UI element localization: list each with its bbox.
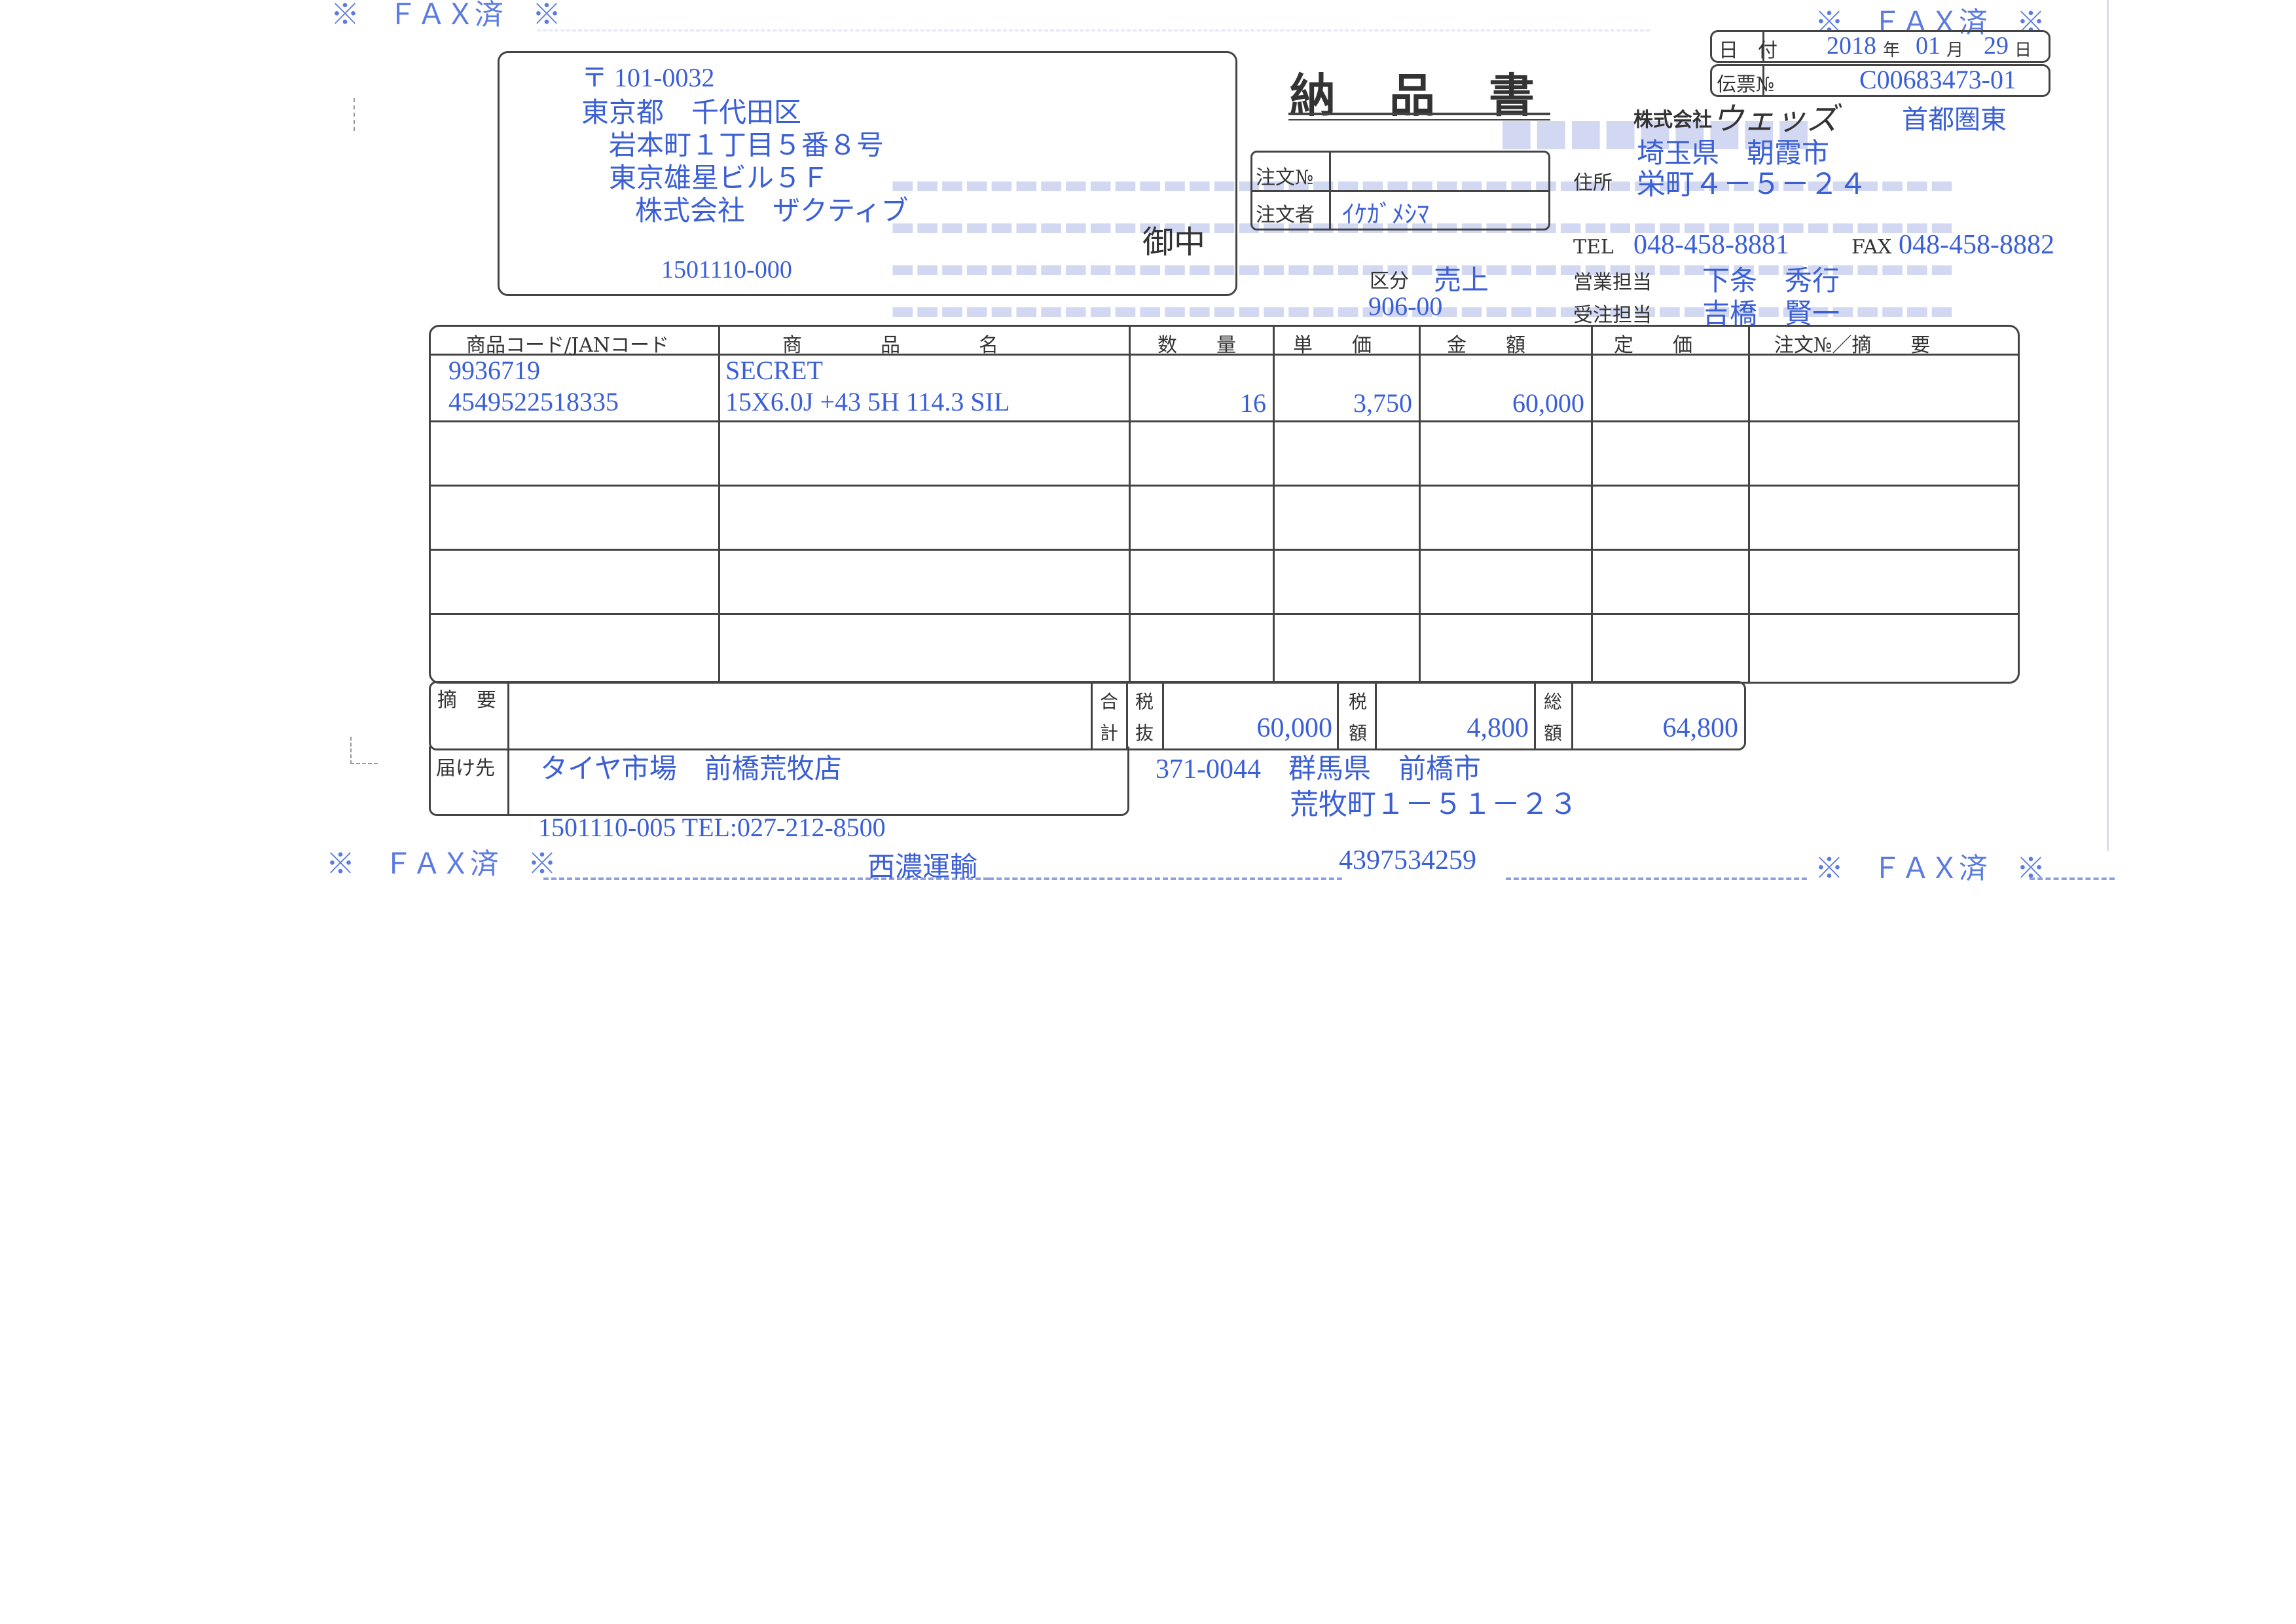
date-month: 01 (1916, 32, 1941, 60)
carrier-name: 西濃運輸 (867, 853, 978, 883)
date-year-unit: 年 (1883, 41, 1901, 60)
order-box-vline (1329, 151, 1331, 231)
table-col-line-4 (1419, 325, 1421, 684)
remarks-label: 摘 要 (437, 689, 496, 712)
date-month-unit: 月 (1946, 41, 1964, 60)
totals-col-3 (1162, 681, 1164, 750)
table-col-line-1 (718, 325, 720, 684)
delivery-label: 届け先 (436, 757, 495, 780)
sender-tel-label: TEL (1573, 236, 1614, 259)
bottom-perforation-mid (989, 877, 1342, 880)
sender-fax-label: FAX (1851, 236, 1892, 259)
table-row-line-3 (429, 549, 2020, 551)
fax-stamp-bottom-left: ※ ＦＡＸ済 ※ (326, 848, 556, 880)
top-perforation-left (537, 29, 1650, 31)
items-table (429, 325, 2020, 684)
row-1-amount: 60,000 (1512, 388, 1584, 418)
honorific: 御中 (1142, 224, 1206, 261)
recipient-company: 株式会社 ザクティブ (635, 196, 909, 227)
row-1-unit-price: 3,750 (1353, 388, 1412, 418)
table-row-line-2 (429, 485, 2020, 487)
totals-col-4 (1337, 681, 1339, 750)
table-col-line-3 (1273, 325, 1275, 684)
orderer-label: 注文者 (1256, 204, 1315, 227)
totals-col-5 (1375, 681, 1377, 750)
sales-rep-label: 営業担当 (1573, 271, 1652, 294)
category-code: 906-00 (1368, 291, 1443, 321)
row-1-jan: 4549522518335 (448, 387, 619, 416)
subtotal-value: 60,000 (1256, 713, 1333, 743)
table-row-line-4 (429, 613, 2020, 615)
table-col-line-6 (1748, 325, 1750, 684)
sender-address-label: 住所 (1573, 172, 1613, 194)
header-list-price: 定 価 (1614, 334, 1692, 357)
totals-col-2 (1126, 681, 1128, 750)
subtotal-label-b: 計 (1100, 722, 1119, 744)
table-row-line-1 (429, 420, 2020, 422)
bottom-perforation-right (1506, 877, 1807, 880)
row-1-code: 9936719 (448, 356, 540, 385)
branch-name: 首都圏東 (1902, 105, 2007, 134)
subtotal-label-c: 税 (1135, 691, 1154, 712)
date-year: 2018 (1827, 32, 1876, 60)
row-1-qty: 16 (1240, 388, 1266, 418)
bottom-perforation-far-right (2030, 877, 2115, 880)
title-underline-1 (1288, 113, 1550, 115)
subtotal-label-a: 合 (1100, 691, 1119, 712)
order-no-label: 注文№ (1256, 166, 1314, 189)
totals-col-1 (1091, 681, 1093, 750)
sender-address-2: 栄町４－５－２４ (1637, 168, 1867, 200)
order-rep-label: 受注担当 (1573, 304, 1652, 327)
delivery-divider (507, 747, 509, 816)
delivery-code-tel: 1501110-005 TEL:027-212-8500 (538, 813, 886, 842)
tax-label-b: 額 (1349, 722, 1368, 744)
row-1-name: SECRET (725, 356, 823, 385)
crop-mark-top (354, 98, 359, 131)
tracking-number: 4397534259 (1339, 845, 1476, 876)
row-1-spec: 15X6.0J +43 5H 114.3 SIL (725, 387, 1010, 416)
category-label: 区分 (1370, 270, 1409, 293)
order-box-hline (1250, 190, 1550, 192)
sender-company-prefix: 株式会社 (1633, 109, 1712, 132)
sender-fax: 048-458-8882 (1899, 230, 2054, 260)
recipient-postal: 〒 101-0032 (581, 63, 715, 92)
recipient-code: 1501110-000 (661, 256, 792, 284)
fax-stamp-top-left: ※ ＦＡＸ済 ※ (331, 0, 561, 31)
delivery-name: タイヤ市場 前橋荒牧店 (540, 754, 842, 784)
title-underline-2 (1288, 119, 1550, 120)
slip-number: C00683473-01 (1859, 65, 2016, 94)
orderer-name: ｲｹｶﾞﾒｼﾏ (1342, 201, 1430, 229)
tax-label-a: 税 (1349, 691, 1368, 712)
totals-col-7 (1571, 681, 1573, 750)
header-amount: 金 額 (1447, 334, 1525, 357)
fax-stamp-bottom-right: ※ ＦＡＸ済 ※ (1815, 853, 2045, 885)
totals-remarks-divider (507, 681, 509, 750)
totals-col-6 (1534, 681, 1536, 750)
header-qty: 数 量 (1157, 334, 1236, 357)
sender-tel: 048-458-8881 (1633, 230, 1789, 260)
total-label-a: 総 (1544, 691, 1563, 712)
header-code: 商品コード/JANコード (466, 334, 670, 357)
date-day: 29 (1984, 32, 2009, 60)
delivery-address-2: 荒牧町１－５１－２３ (1290, 788, 1578, 821)
tax-value: 4,800 (1467, 713, 1529, 743)
subtotal-label-d: 抜 (1135, 722, 1154, 744)
table-col-line-2 (1129, 325, 1131, 684)
date-day-unit: 日 (2014, 41, 2032, 60)
total-value: 64,800 (1662, 713, 1739, 743)
total-label-b: 額 (1544, 722, 1563, 744)
table-col-line-5 (1591, 325, 1593, 684)
crop-mark-bottom (350, 737, 378, 764)
header-note: 注文№／摘 要 (1774, 334, 1931, 357)
header-unit-price: 単 価 (1293, 334, 1372, 357)
header-name: 商 品 名 (782, 334, 998, 357)
right-edge-line (2107, 0, 2109, 851)
date-label: 日 付 (1719, 39, 1777, 62)
